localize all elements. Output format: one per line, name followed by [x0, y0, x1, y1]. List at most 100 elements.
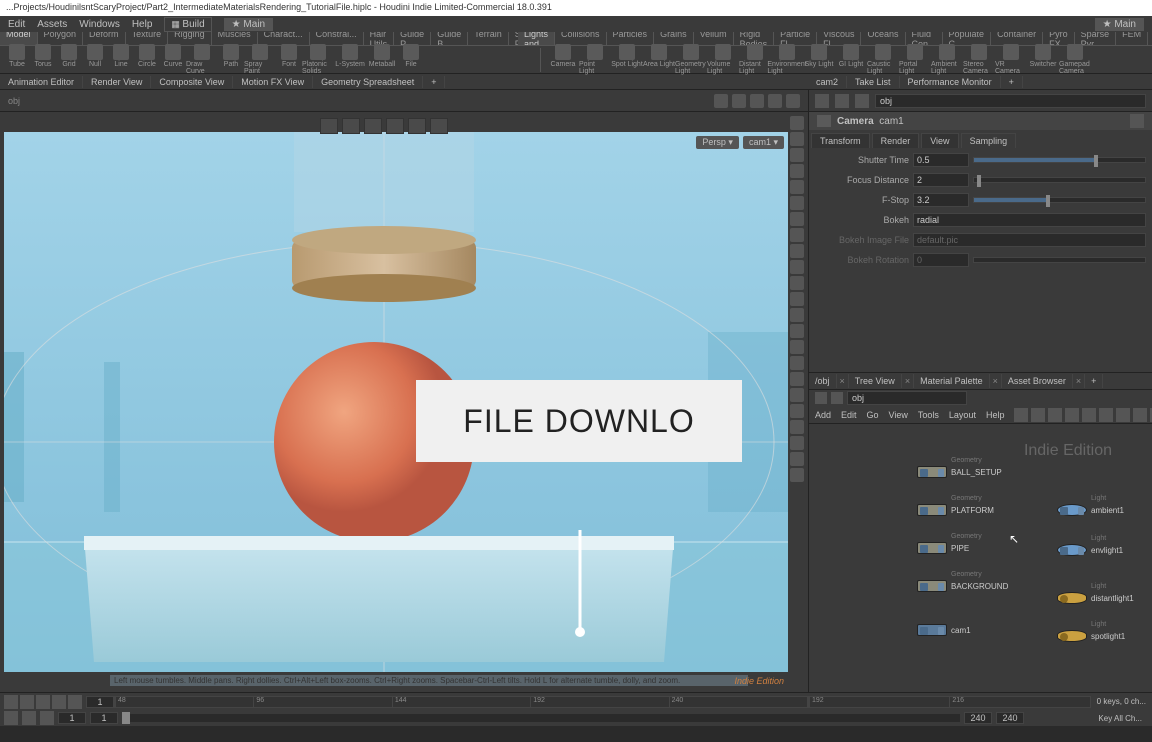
- tool-ambient-light[interactable]: Ambient Light: [931, 44, 963, 75]
- viewport-layout-dropdown[interactable]: Persp ▾: [696, 136, 739, 149]
- nav-fwd-icon[interactable]: [835, 94, 849, 108]
- vp-icon-camera[interactable]: [750, 94, 764, 108]
- timeline-ruler[interactable]: 48 96 144 192 240: [114, 696, 808, 708]
- tool-grid[interactable]: Grid: [56, 44, 82, 75]
- tool-point-light[interactable]: Point Light: [579, 44, 611, 75]
- tool-camera[interactable]: Camera: [547, 44, 579, 75]
- timeline-ruler-right[interactable]: 192 216: [808, 696, 1091, 708]
- tool-stereo-cam[interactable]: Stereo Camera: [963, 44, 995, 75]
- main-tab-left[interactable]: ★ Main: [224, 18, 273, 31]
- node-envlight1[interactable]: Light envlight1: [1057, 544, 1123, 556]
- vp-icon-opts[interactable]: [786, 94, 800, 108]
- net-menu-layout[interactable]: Layout: [949, 410, 976, 420]
- menu-windows[interactable]: Windows: [79, 19, 120, 30]
- tool-platonic[interactable]: Platonic Solids: [302, 44, 334, 75]
- vp-tool-more[interactable]: [430, 118, 448, 134]
- vp-tool-rotate[interactable]: [364, 118, 382, 134]
- tool-font[interactable]: Font: [276, 44, 302, 75]
- close-icon[interactable]: ×: [837, 374, 849, 388]
- nav-back-icon[interactable]: [815, 94, 829, 108]
- vp-icon-render[interactable]: [732, 94, 746, 108]
- pane-tab-add-right[interactable]: +: [1001, 76, 1023, 88]
- vp-rtool[interactable]: [790, 340, 804, 354]
- net-menu-view[interactable]: View: [889, 410, 908, 420]
- vp-rtool[interactable]: [790, 452, 804, 466]
- nav-home-icon[interactable]: [831, 392, 843, 404]
- net-menu-help[interactable]: Help: [986, 410, 1005, 420]
- menu-assets[interactable]: Assets: [37, 19, 67, 30]
- net-menu-go[interactable]: Go: [867, 410, 879, 420]
- tool-switcher[interactable]: Switcher: [1027, 44, 1059, 75]
- tool-lsystem[interactable]: L-System: [334, 44, 366, 75]
- tool-gamepad-cam[interactable]: Gamepad Camera: [1059, 44, 1091, 75]
- loop-button[interactable]: [36, 695, 50, 709]
- param-fstop-input[interactable]: [913, 193, 969, 207]
- pane-tab-render-view[interactable]: Render View: [83, 76, 151, 88]
- vp-rtool[interactable]: [790, 260, 804, 274]
- close-icon[interactable]: ×: [990, 374, 1002, 388]
- tool-curve[interactable]: Curve: [160, 44, 186, 75]
- tool-path[interactable]: Path: [218, 44, 244, 75]
- vp-rtool[interactable]: [790, 324, 804, 338]
- prev-key-button[interactable]: [52, 695, 66, 709]
- net-tab-assetbrowser[interactable]: Asset Browser: [1002, 374, 1073, 388]
- tool-sky-light[interactable]: Sky Light: [803, 44, 835, 75]
- net-icon[interactable]: [1065, 408, 1079, 422]
- tool-portal-light[interactable]: Portal Light: [899, 44, 931, 75]
- main-tab-right[interactable]: ★ Main: [1095, 18, 1144, 31]
- node-background[interactable]: Geometry BACKGROUND: [917, 580, 1008, 592]
- net-menu-tools[interactable]: Tools: [918, 410, 939, 420]
- scrub-btn[interactable]: [22, 711, 36, 725]
- net-icon[interactable]: [1014, 408, 1028, 422]
- pane-tab-cam2[interactable]: cam2: [808, 76, 847, 88]
- net-menu-edit[interactable]: Edit: [841, 410, 857, 420]
- pane-tab-comp-view[interactable]: Composite View: [151, 76, 233, 88]
- tool-spot-light[interactable]: Spot Light: [611, 44, 643, 75]
- net-icon[interactable]: [1133, 408, 1147, 422]
- play-fwd-button[interactable]: [20, 695, 34, 709]
- node-spotlight1[interactable]: Light spotlight1: [1057, 630, 1125, 642]
- menu-help[interactable]: Help: [132, 19, 153, 30]
- node-distantlight1[interactable]: Light distantlight1: [1057, 592, 1134, 604]
- tool-file[interactable]: File: [398, 44, 424, 75]
- tool-metaball[interactable]: Metaball: [366, 44, 398, 75]
- tool-volume-light[interactable]: Volume Light: [707, 44, 739, 75]
- tool-tube[interactable]: Tube: [4, 44, 30, 75]
- param-tab-view[interactable]: View: [921, 133, 958, 148]
- tool-area-light[interactable]: Area Light: [643, 44, 675, 75]
- net-tab-treeview[interactable]: Tree View: [849, 374, 902, 388]
- vp-rtool[interactable]: [790, 228, 804, 242]
- node-ambient1[interactable]: Light ambient1: [1057, 504, 1124, 516]
- param-bokeh-select[interactable]: [913, 213, 1146, 227]
- menu-edit[interactable]: Edit: [8, 19, 25, 30]
- vp-tool-select[interactable]: [320, 118, 338, 134]
- param-shutter-slider[interactable]: [973, 157, 1146, 163]
- net-tab-matpalette[interactable]: Material Palette: [914, 374, 990, 388]
- tool-draw-curve[interactable]: Draw Curve: [186, 44, 218, 75]
- node-platform[interactable]: Geometry PLATFORM: [917, 504, 994, 516]
- next-key-button[interactable]: [68, 695, 82, 709]
- viewport-camera-dropdown[interactable]: cam1 ▾: [743, 136, 784, 149]
- timeline-scrub-track[interactable]: [122, 714, 960, 722]
- param-tab-render[interactable]: Render: [872, 133, 920, 148]
- node-pipe[interactable]: Geometry PIPE: [917, 542, 969, 554]
- nav-home-icon[interactable]: [855, 94, 869, 108]
- vp-rtool[interactable]: [790, 276, 804, 290]
- network-canvas[interactable]: Indie Edition Geometry BALL_SETUP Geomet…: [809, 424, 1152, 692]
- vp-icon-disp[interactable]: [768, 94, 782, 108]
- vp-rtool[interactable]: [790, 308, 804, 322]
- param-focus-slider[interactable]: [973, 177, 1146, 183]
- pane-tab-perf-monitor[interactable]: Performance Monitor: [900, 76, 1001, 88]
- tool-gi-light[interactable]: GI Light: [835, 44, 867, 75]
- tool-null[interactable]: Null: [82, 44, 108, 75]
- vp-rtool[interactable]: [790, 292, 804, 306]
- tool-geo-light[interactable]: Geometry Light: [675, 44, 707, 75]
- param-tab-transform[interactable]: Transform: [811, 133, 870, 148]
- vp-rtool[interactable]: [790, 212, 804, 226]
- vp-rtool[interactable]: [790, 468, 804, 482]
- vp-rtool[interactable]: [790, 420, 804, 434]
- close-icon[interactable]: ×: [1073, 374, 1085, 388]
- vp-rtool[interactable]: [790, 196, 804, 210]
- net-menu-add[interactable]: Add: [815, 410, 831, 420]
- range-end[interactable]: 240: [964, 712, 992, 724]
